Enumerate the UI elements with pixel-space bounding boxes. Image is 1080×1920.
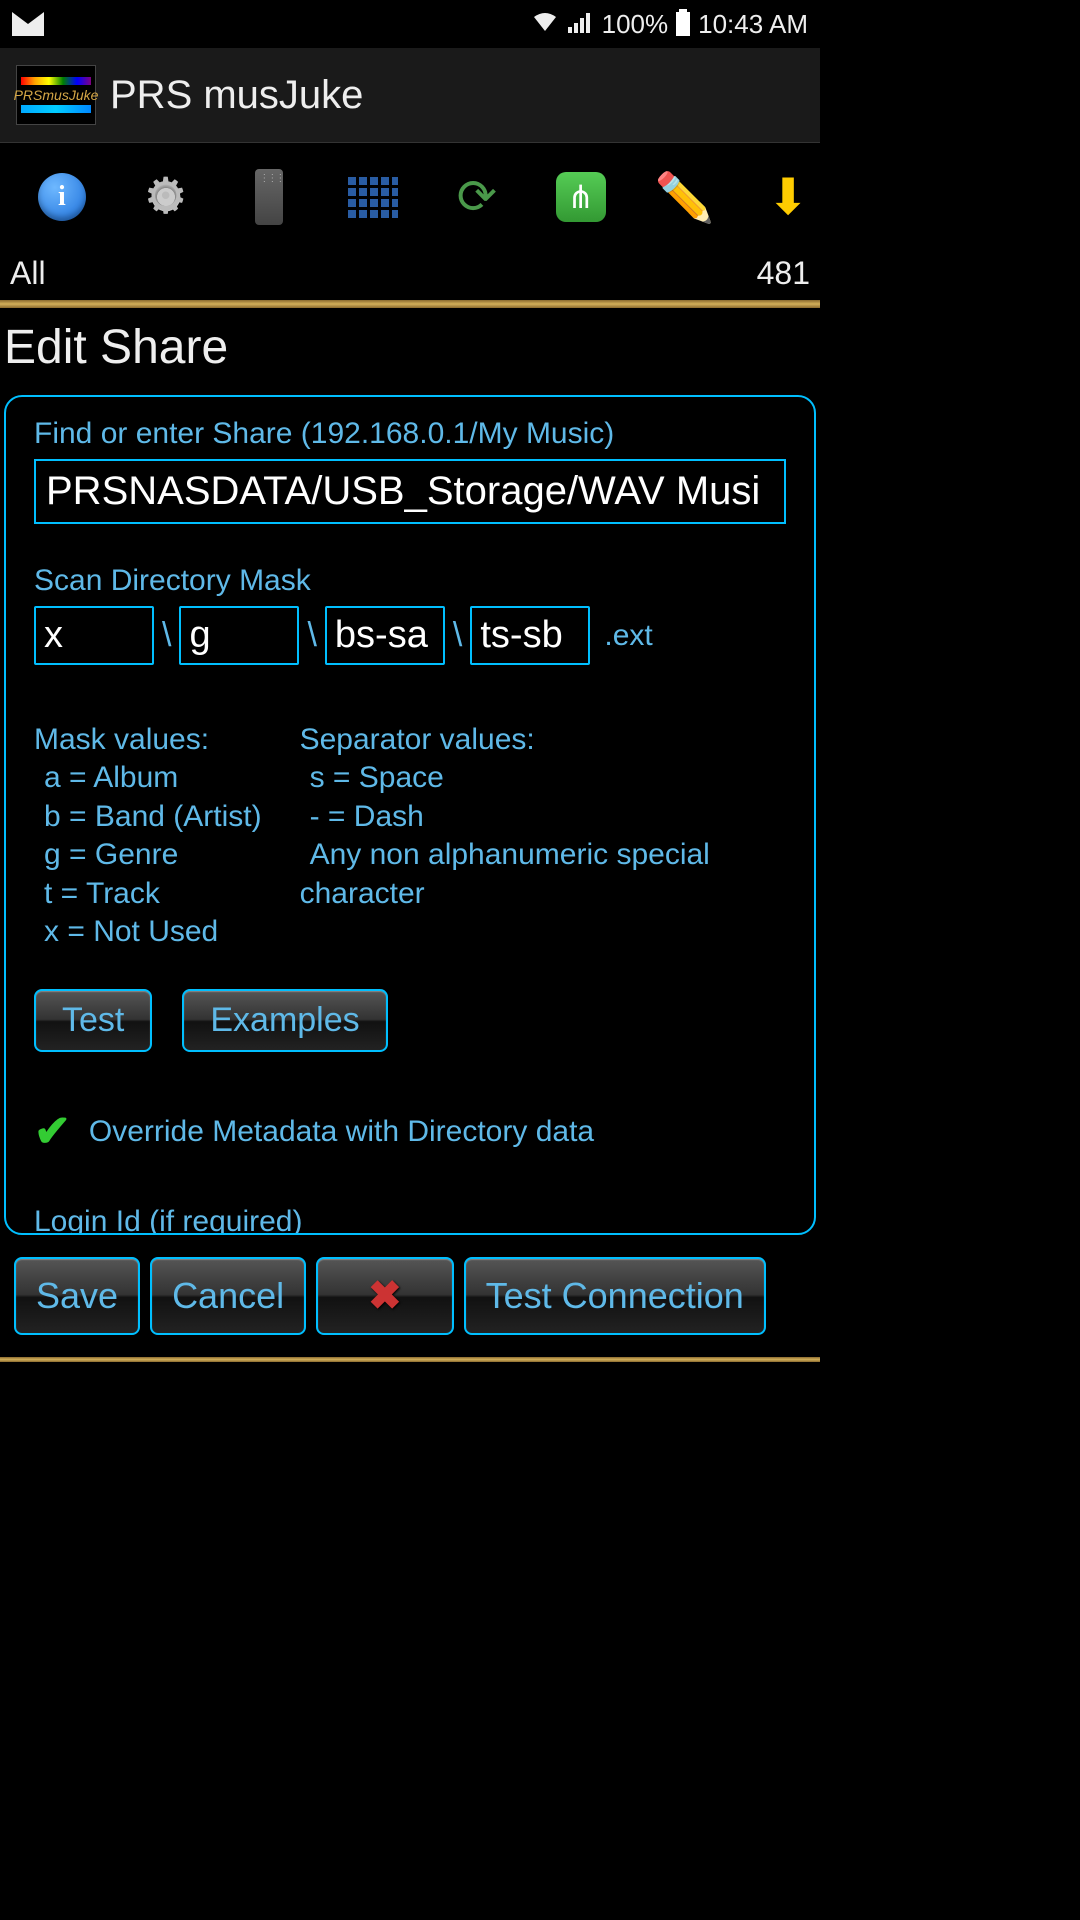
mask-legend-item: a = Album xyxy=(34,759,262,797)
filter-row: All 481 xyxy=(0,251,820,300)
pencil-icon: ✏️ xyxy=(655,169,715,226)
check-icon: ✔ xyxy=(34,1106,71,1157)
sep-legend-item: Any non alphanumeric special xyxy=(300,836,710,874)
override-label: Override Metadata with Directory data xyxy=(89,1115,594,1149)
divider xyxy=(0,1357,820,1362)
sep-legend-item: character xyxy=(300,875,710,913)
refresh-button[interactable]: ⟳ xyxy=(450,170,504,224)
gear-icon xyxy=(141,172,191,222)
mask-separator: \ xyxy=(307,616,316,655)
mask-legend-head: Mask values: xyxy=(34,721,262,759)
app-title: PRS musJuke xyxy=(110,73,363,118)
share-label: Find or enter Share (192.168.0.1/My Musi… xyxy=(34,417,786,451)
ext-label: .ext xyxy=(604,619,652,653)
page-title: Edit Share xyxy=(0,308,820,395)
edit-share-card: Find or enter Share (192.168.0.1/My Musi… xyxy=(4,395,816,1235)
close-button[interactable]: ✖ xyxy=(316,1257,454,1335)
settings-button[interactable] xyxy=(139,170,193,224)
remote-icon xyxy=(255,169,283,225)
status-bar: 100% 10:43 AM xyxy=(0,0,820,48)
mask-input-1[interactable] xyxy=(34,606,154,665)
mask-separator: \ xyxy=(162,616,171,655)
login-label: Login Id (if required) xyxy=(34,1205,786,1235)
app-header: PRSmusJuke PRS musJuke xyxy=(0,48,820,143)
signal-icon xyxy=(568,9,594,40)
edit-button[interactable]: ✏️ xyxy=(657,170,711,224)
app-logo: PRSmusJuke xyxy=(16,65,96,125)
battery-percent: 100% xyxy=(602,9,669,40)
filter-count: 481 xyxy=(757,255,810,292)
save-button[interactable]: Save xyxy=(14,1257,140,1335)
share-icon: ⋔ xyxy=(556,172,606,222)
mask-legend-item: t = Track xyxy=(34,875,262,913)
mask-input-3[interactable] xyxy=(325,606,445,665)
grid-button[interactable] xyxy=(346,170,400,224)
info-icon xyxy=(38,173,86,221)
share-input[interactable] xyxy=(34,459,786,524)
test-connection-button[interactable]: Test Connection xyxy=(464,1257,766,1335)
mail-icon xyxy=(12,12,44,36)
mask-legend-item: x = Not Used xyxy=(34,913,262,951)
divider xyxy=(0,300,820,308)
battery-icon xyxy=(676,12,690,36)
test-button[interactable]: Test xyxy=(34,989,152,1052)
share-button[interactable]: ⋔ xyxy=(554,170,608,224)
sep-legend-item: - = Dash xyxy=(300,798,710,836)
download-icon: ⬇ xyxy=(767,168,809,226)
mask-separator: \ xyxy=(453,616,462,655)
override-checkbox[interactable]: ✔ Override Metadata with Directory data xyxy=(34,1106,786,1157)
sep-legend-item: s = Space xyxy=(300,759,710,797)
filter-label[interactable]: All xyxy=(10,255,46,292)
close-icon: ✖ xyxy=(338,1273,432,1319)
legend: Mask values: a = Album b = Band (Artist)… xyxy=(34,721,786,951)
bottom-button-bar: Save Cancel ✖ Test Connection xyxy=(0,1235,820,1353)
mask-row: \ \ \ .ext xyxy=(34,606,786,665)
cancel-button[interactable]: Cancel xyxy=(150,1257,306,1335)
mask-legend-item: g = Genre xyxy=(34,836,262,874)
mask-legend-item: b = Band (Artist) xyxy=(34,798,262,836)
wifi-icon xyxy=(530,9,560,40)
sep-legend-head: Separator values: xyxy=(300,721,710,759)
toolbar: ⟳ ⋔ ✏️ ⬇ xyxy=(0,143,820,251)
mask-label: Scan Directory Mask xyxy=(34,564,786,598)
mask-input-4[interactable] xyxy=(470,606,590,665)
info-button[interactable] xyxy=(35,170,89,224)
grid-icon xyxy=(348,176,398,218)
examples-button[interactable]: Examples xyxy=(182,989,387,1052)
mask-input-2[interactable] xyxy=(179,606,299,665)
download-button[interactable]: ⬇ xyxy=(761,170,815,224)
refresh-icon: ⟳ xyxy=(457,169,497,225)
clock: 10:43 AM xyxy=(698,9,808,40)
remote-button[interactable] xyxy=(242,170,296,224)
